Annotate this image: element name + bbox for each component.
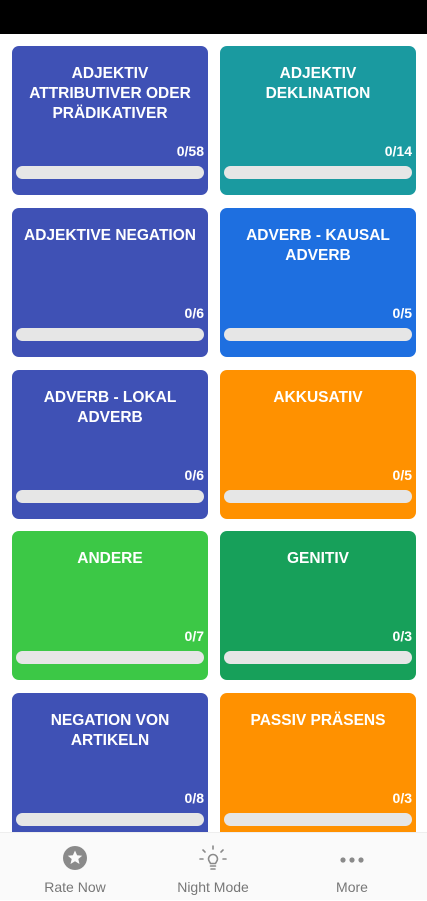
card-progress-count: 0/5 [392,305,412,321]
topic-card[interactable]: ADJEKTIV DEKLINATION 0/14 [220,46,416,195]
night-mode-label: Night Mode [177,879,249,895]
card-title: ADVERB - KAUSAL ADVERB [246,227,390,264]
card-title: ADJEKTIVE NEGATION [24,227,196,244]
card-progress-count: 0/3 [392,790,412,806]
card-progress-count: 0/5 [392,467,412,483]
bottom-navigation: Rate Now Night Mode More [0,832,427,900]
card-title: GENITIV [286,550,349,567]
card-progress-bar [16,651,204,664]
status-bar [0,0,427,34]
card-progress-bar [224,166,412,179]
card-title: ADJEKTIV ATTRIBUTIVER ODER PRÄDIKATIVER … [29,65,191,122]
more-button[interactable]: More [281,833,423,901]
card-title: AKKUSATIV [273,389,363,406]
topic-card[interactable]: NEGATION VON ARTIKELN 0/8 [12,693,208,832]
rate-now-button[interactable]: Rate Now [4,833,146,901]
topic-card[interactable]: ADVERB - LOKAL ADVERB 0/6 [12,370,208,519]
card-progress-bar [224,813,412,826]
card-progress-count: 0/8 [184,790,204,806]
lightbulb-icon [198,845,228,878]
topic-grid: ADJEKTIV ATTRIBUTIVER ODER PRÄDIKATIVER … [0,34,427,832]
topic-card[interactable]: ANDERE 0/7 [12,531,208,680]
card-progress-bar [224,328,412,341]
card-title: PASSIV PRÄSENS [250,712,386,729]
topic-card[interactable]: PASSIV PRÄSENS 0/3 [220,693,416,832]
card-progress-count: 0/6 [184,305,204,321]
card-progress-bar [16,166,204,179]
card-progress-bar [16,328,204,341]
card-progress-bar [224,651,412,664]
topic-card[interactable]: ADJEKTIV ATTRIBUTIVER ODER PRÄDIKATIVER … [12,46,208,195]
topic-card[interactable]: GENITIV 0/3 [220,531,416,680]
card-progress-count: 0/7 [184,628,204,644]
topic-card[interactable]: AKKUSATIV 0/5 [220,370,416,519]
card-title: NEGATION VON ARTIKELN [50,712,170,749]
card-title: ADVERB - LOKAL ADVERB [43,389,177,426]
rate-now-label: Rate Now [44,879,106,895]
card-progress-bar [224,490,412,503]
card-title: ANDERE [77,550,143,567]
topic-card[interactable]: ADVERB - KAUSAL ADVERB 0/5 [220,208,416,357]
card-progress-count: 0/14 [384,143,412,159]
card-progress-bar [16,490,204,503]
night-mode-button[interactable]: Night Mode [142,833,284,901]
more-label: More [336,879,368,895]
card-progress-count: 0/6 [184,467,204,483]
more-dots-icon [339,851,365,869]
card-title: ADJEKTIV DEKLINATION [265,65,371,102]
card-progress-count: 0/58 [176,143,204,159]
card-progress-count: 0/3 [392,628,412,644]
card-progress-bar [16,813,204,826]
topic-card[interactable]: ADJEKTIVE NEGATION 0/6 [12,208,208,357]
star-icon [62,845,88,876]
